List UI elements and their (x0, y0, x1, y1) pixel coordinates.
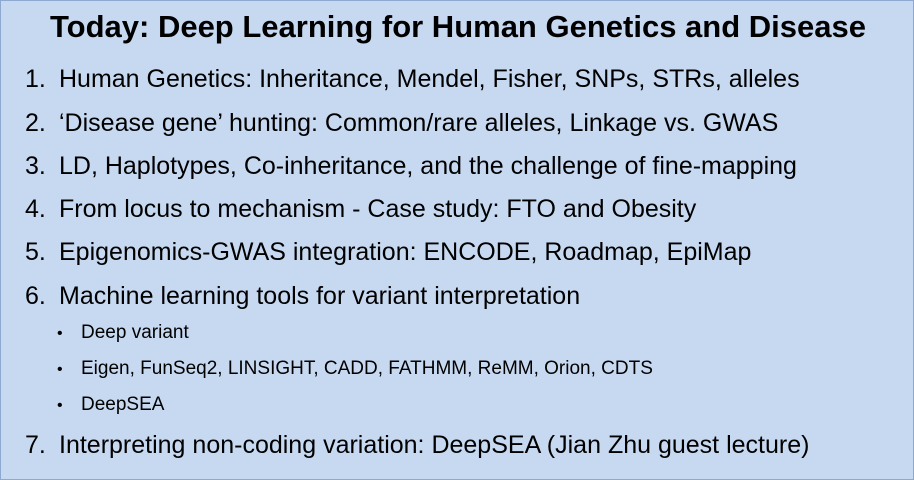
item-number: 6. (25, 282, 46, 310)
list-item: 6. Machine learning tools for variant int… (25, 280, 580, 312)
sub-list-item: • Eigen, FunSeq2, LINSIGHT, CADD, FATHMM,… (57, 357, 653, 382)
slide-title: Today: Deep Learning for Human Genetics … (50, 9, 866, 44)
item-text: From locus to mechanism - Case study: FT… (59, 195, 697, 223)
list-item: 2. ‘Disease gene’ hunting: Common/rare al… (25, 107, 778, 139)
sub-item-text: Eigen, FunSeq2, LINSIGHT, CADD, FATHMM, … (81, 358, 653, 379)
list-item: 3. LD, Haplotypes, Co-inheritance, and th… (25, 150, 797, 182)
item-number: 7. (25, 431, 46, 459)
item-number: 4. (25, 195, 46, 223)
sub-item-text: Deep variant (81, 322, 189, 343)
item-text: Human Genetics: Inheritance, Mendel, Fis… (59, 65, 800, 93)
list-item: 4. From locus to mechanism - Case study: … (25, 193, 696, 225)
slide: Today: Deep Learning for Human Genetics … (0, 0, 914, 480)
item-number: 3. (25, 152, 46, 180)
item-number: 1. (25, 65, 46, 93)
bullet-icon: • (57, 325, 63, 342)
item-text: LD, Haplotypes, Co-inheritance, and the … (59, 152, 797, 180)
list-item: 7. Interpreting non-coding variation: Dee… (25, 429, 809, 461)
item-text: Epigenomics-GWAS integration: ENCODE, Ro… (59, 238, 752, 266)
list-item: 5. Epigenomics-GWAS integration: ENCODE, … (25, 236, 751, 268)
sub-list-item: • Deep variant (57, 321, 189, 346)
item-text: Interpreting non-coding variation: DeepS… (59, 431, 810, 459)
sub-list-item: • DeepSEA (57, 393, 164, 418)
item-text: ‘Disease gene’ hunting: Common/rare alle… (59, 109, 779, 137)
item-number: 2. (25, 109, 46, 137)
bullet-icon: • (57, 361, 63, 378)
item-number: 5. (25, 238, 46, 266)
item-text: Machine learning tools for variant inter… (59, 282, 581, 310)
list-item: 1. Human Genetics: Inheritance, Mendel, F… (25, 63, 800, 95)
sub-item-text: DeepSEA (81, 394, 165, 415)
bullet-icon: • (57, 397, 63, 414)
